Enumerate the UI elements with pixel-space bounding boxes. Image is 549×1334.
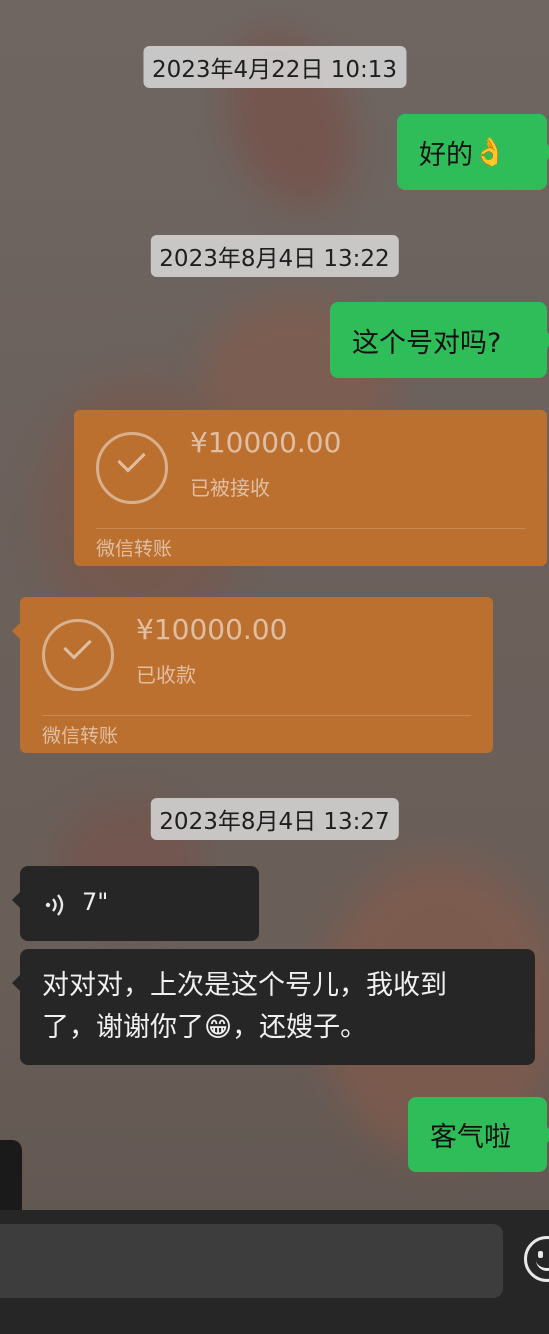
check-circle-icon: [42, 619, 114, 691]
voice-duration: 7": [82, 888, 109, 916]
message-text: 客气啦: [430, 1122, 511, 1153]
check-circle-icon: [96, 432, 168, 504]
timestamp: 2023年4月22日 10:13: [142, 46, 407, 88]
transfer-label: 微信转账: [42, 725, 119, 747]
divider: [96, 528, 525, 529]
message-input[interactable]: [0, 1224, 503, 1298]
message-text: 这个号对吗?: [352, 327, 502, 359]
message-bubble-incoming[interactable]: 对对对，上次是这个号儿，我收到 了，谢谢你了😁，还嫂子。: [12, 949, 535, 1065]
transfer-amount: ¥10000.00: [136, 613, 288, 646]
transfer-card-incoming[interactable]: ¥10000.00 已收款 微信转账: [12, 597, 493, 753]
message-text: 好的: [419, 139, 473, 171]
transfer-card-outgoing[interactable]: ¥10000.00 已被接收 微信转账: [74, 410, 547, 566]
voice-message-bubble[interactable]: 7": [12, 866, 259, 941]
transfer-label: 微信转账: [96, 538, 173, 560]
divider: [42, 715, 471, 716]
grin-emoji: 😁: [204, 1012, 233, 1043]
message-text: 对对对，上次是这个号儿，我收到 了，谢谢你了😁，还嫂子。: [42, 965, 447, 1049]
timestamp: 2023年8月4日 13:27: [150, 798, 399, 840]
ok-hand-emoji: 👌: [473, 137, 507, 168]
edge-shadow: [0, 1140, 22, 1220]
voice-wave-icon: [45, 894, 64, 916]
message-bubble-outgoing[interactable]: 这个号对吗?: [330, 302, 549, 378]
transfer-status: 已被接收: [190, 476, 270, 500]
transfer-status: 已收款: [136, 663, 196, 687]
transfer-amount: ¥10000.00: [190, 426, 342, 459]
message-bubble-outgoing[interactable]: 好的 👌: [397, 114, 549, 190]
timestamp: 2023年8月4日 13:22: [150, 235, 399, 277]
message-bubble-outgoing[interactable]: 客气啦: [408, 1097, 549, 1172]
